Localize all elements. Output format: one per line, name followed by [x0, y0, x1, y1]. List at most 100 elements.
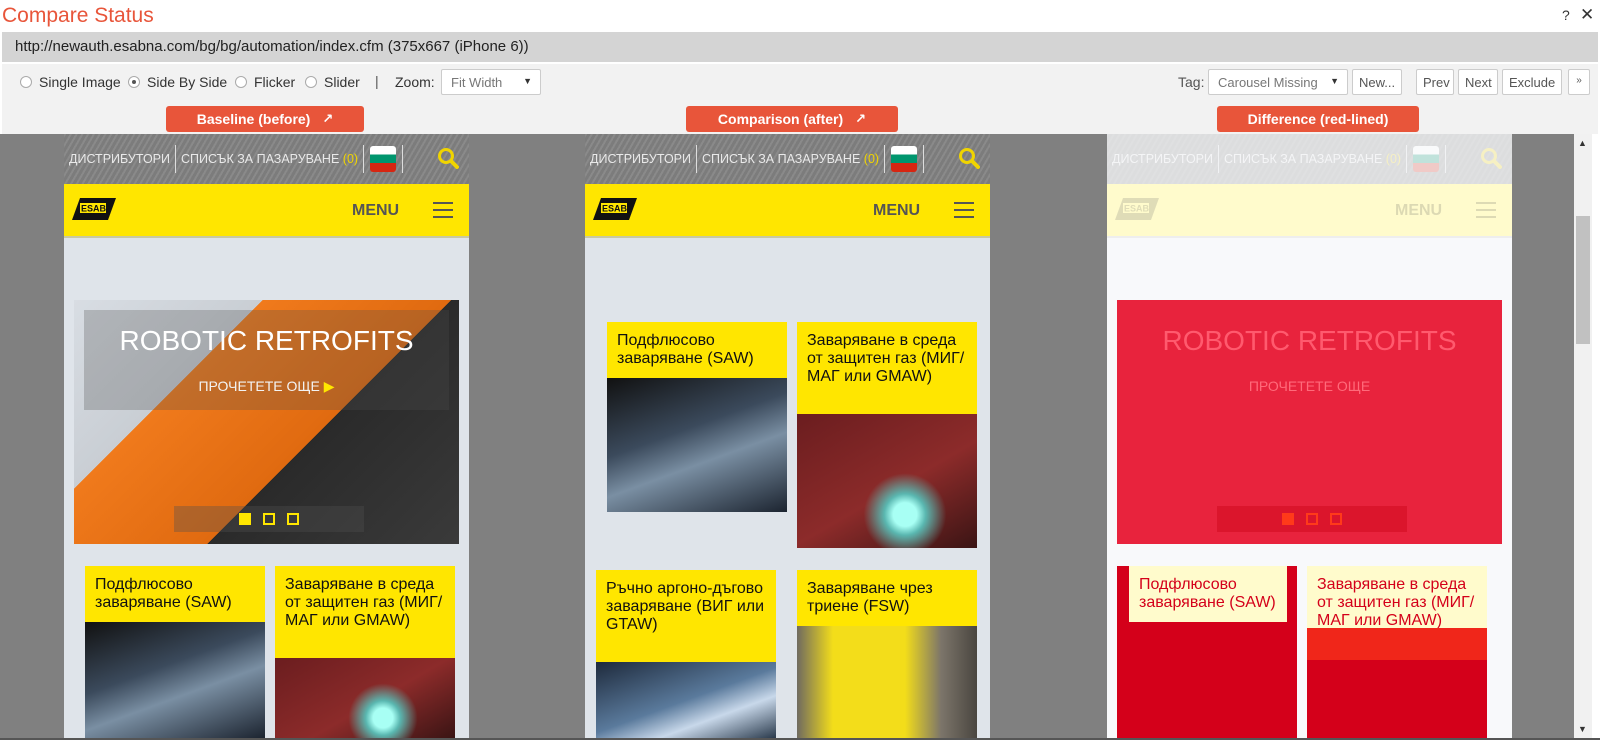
- external-link-icon: ↗: [855, 111, 867, 126]
- zoom-value: Fit Width: [451, 75, 503, 90]
- nav-divider: [1445, 145, 1447, 173]
- read-more-link[interactable]: ПРОЧЕТЕТЕ ОЩЕ ▶: [74, 378, 459, 395]
- diff-highlight: [1307, 628, 1487, 660]
- shopping-count: (0): [1385, 152, 1402, 166]
- zoom-label: Zoom:: [395, 74, 435, 90]
- expand-button[interactable]: »: [1568, 69, 1590, 95]
- search-icon[interactable]: [958, 147, 980, 169]
- hamburger-menu-icon[interactable]: [433, 202, 453, 218]
- baseline-button[interactable]: Baseline (before) ↗: [166, 106, 364, 132]
- card-saw[interactable]: Подфлюсово заваряване (SAW): [607, 322, 787, 512]
- toolbar-separator: |: [375, 73, 379, 89]
- dropdown-arrow-icon: ▼: [1330, 76, 1339, 86]
- site-header: ESAB MENU: [64, 184, 469, 238]
- card-gmaw[interactable]: Заваряване в среда от защитен газ (МИГ/М…: [797, 322, 977, 548]
- scroll-down-arrow-icon[interactable]: ▼: [1578, 724, 1587, 734]
- compare-viewport: ДИСТРИБУТОРИ СПИСЪК ЗА ПАЗАРУВАНЕ (0) ES…: [0, 134, 1574, 738]
- baseline-panel: ДИСТРИБУТОРИ СПИСЪК ЗА ПАЗАРУВАНЕ (0) ES…: [64, 134, 469, 738]
- card-image: [275, 658, 455, 738]
- esab-logo-icon[interactable]: ESAB: [593, 196, 637, 222]
- distributors-link[interactable]: ДИСТРИБУТОРИ: [585, 152, 696, 166]
- difference-panel: ДИСТРИБУТОРИ СПИСЪК ЗА ПАЗАРУВАНЕ (0) ES…: [1107, 134, 1512, 738]
- card-image: [607, 378, 787, 512]
- shopping-count: (0): [863, 152, 880, 166]
- radio-label: Slider: [324, 74, 360, 90]
- card-title: Заваряване в среда от защитен газ (МИГ/М…: [285, 576, 443, 629]
- bulgaria-flag-icon: [1413, 146, 1440, 172]
- zoom-select[interactable]: Fit Width ▼: [441, 69, 541, 95]
- difference-label-pill: Difference (red-lined): [1217, 106, 1419, 132]
- new-tag-button[interactable]: New...: [1352, 69, 1402, 95]
- comparison-button[interactable]: Comparison (after) ↗: [686, 106, 898, 132]
- site-header: ESAB MENU: [1107, 184, 1512, 238]
- card-gtaw[interactable]: Ръчно аргоно-дъгово заваряване (ВИГ или …: [596, 570, 776, 738]
- panel-labels: Baseline (before) ↗ Comparison (after) ↗…: [2, 100, 1598, 134]
- hero-carousel[interactable]: ROBOTIC RETROFITS ПРОЧЕТЕТЕ ОЩЕ ▶: [74, 300, 459, 544]
- card-title: Заваряване в среда от защитен газ (МИГ/М…: [1307, 566, 1487, 629]
- logo-text: ESAB: [81, 204, 107, 214]
- exclude-button[interactable]: Exclude: [1502, 69, 1562, 95]
- bulgaria-flag-icon[interactable]: [891, 146, 918, 172]
- card-image: [85, 622, 265, 738]
- prev-button[interactable]: Prev: [1416, 69, 1454, 95]
- radio-checked-icon[interactable]: [128, 76, 140, 88]
- radio-label: Side By Side: [147, 74, 228, 90]
- bulgaria-flag-icon[interactable]: [370, 146, 397, 172]
- shopping-list-label: СПИСЪК ЗА ПАЗАРУВАНЕ: [1224, 152, 1383, 166]
- scroll-thumb[interactable]: [1576, 216, 1590, 344]
- radio-side-by-side[interactable]: Side By Side: [128, 74, 227, 90]
- radio-icon[interactable]: [20, 76, 32, 88]
- shopping-list-link[interactable]: СПИСЪК ЗА ПАЗАРУВАНЕ (0): [176, 152, 363, 166]
- card-saw[interactable]: Подфлюсово заваряване (SAW): [85, 566, 265, 738]
- esab-logo-icon: ESAB: [1115, 198, 1159, 220]
- url-bar: http://newauth.esabna.com/bg/bg/automati…: [2, 32, 1598, 62]
- search-icon: [1481, 148, 1502, 169]
- carousel-heading: ROBOTIC RETROFITS: [1162, 325, 1457, 356]
- radio-icon[interactable]: [305, 76, 317, 88]
- tag-value: Carousel Missing: [1218, 75, 1318, 90]
- bottom-edge: [0, 738, 1600, 746]
- vertical-scrollbar[interactable]: ▲ ▼: [1574, 134, 1592, 738]
- distributors-link[interactable]: ДИСТРИБУТОРИ: [64, 152, 175, 166]
- close-button[interactable]: ✕: [1580, 5, 1594, 25]
- nav-divider: [1406, 145, 1408, 173]
- card-gmaw[interactable]: Заваряване в среда от защитен газ (МИГ/М…: [275, 566, 455, 738]
- card-title: Подфлюсово заваряване (SAW): [617, 332, 754, 367]
- shopping-list-link[interactable]: СПИСЪК ЗА ПАЗАРУВАНЕ (0): [697, 152, 884, 166]
- comparison-label: Comparison (after): [717, 111, 844, 127]
- menu-label[interactable]: MENU: [352, 202, 399, 220]
- card-title: Заваряване в среда от защитен газ (МИГ/М…: [807, 332, 965, 385]
- read-more-label: ПРОЧЕТЕТЕ ОЩЕ: [1248, 378, 1371, 394]
- carousel-dot[interactable]: [263, 513, 275, 525]
- comparison-panel: ДИСТРИБУТОРИ СПИСЪК ЗА ПАЗАРУВАНЕ (0) ES…: [585, 134, 990, 738]
- radio-single-image[interactable]: Single Image: [20, 74, 121, 90]
- tag-label: Tag:: [1178, 74, 1205, 90]
- esab-logo-icon[interactable]: ESAB: [72, 196, 116, 222]
- hamburger-menu-icon[interactable]: [954, 202, 974, 218]
- help-button[interactable]: ?: [1562, 7, 1570, 23]
- nav-divider: [402, 145, 404, 173]
- tag-select[interactable]: Carousel Missing ▼: [1208, 69, 1348, 95]
- menu-label[interactable]: MENU: [873, 202, 920, 220]
- radio-icon[interactable]: [235, 76, 247, 88]
- next-button[interactable]: Next: [1458, 69, 1498, 95]
- carousel-dot[interactable]: [239, 513, 251, 525]
- diff-carousel-region: ROBOTIC RETROFITS ПРОЧЕТЕТЕ ОЩЕ: [1117, 300, 1502, 544]
- search-icon[interactable]: [437, 147, 459, 169]
- card-title: Подфлюсово заваряване (SAW): [1129, 566, 1287, 622]
- radio-slider[interactable]: Slider: [305, 74, 360, 90]
- radio-flicker[interactable]: Flicker: [235, 74, 295, 90]
- diff-card-left: Подфлюсово заваряване (SAW): [1117, 566, 1297, 738]
- carousel-heading: ROBOTIC RETROFITS: [119, 325, 414, 356]
- card-fsw[interactable]: Заваряване чрез триене (FSW): [797, 570, 977, 738]
- card-image: [596, 662, 776, 738]
- radio-label: Single Image: [39, 74, 121, 90]
- scroll-up-arrow-icon[interactable]: ▲: [1578, 138, 1587, 148]
- carousel-dot[interactable]: [287, 513, 299, 525]
- carousel-indicators: [174, 506, 364, 532]
- card-title: Заваряване чрез триене (FSW): [807, 580, 933, 615]
- radio-label: Flicker: [254, 74, 296, 90]
- nav-divider: [363, 145, 365, 173]
- difference-label: Difference (red-lined): [1247, 111, 1389, 127]
- external-link-icon: ↗: [322, 111, 334, 126]
